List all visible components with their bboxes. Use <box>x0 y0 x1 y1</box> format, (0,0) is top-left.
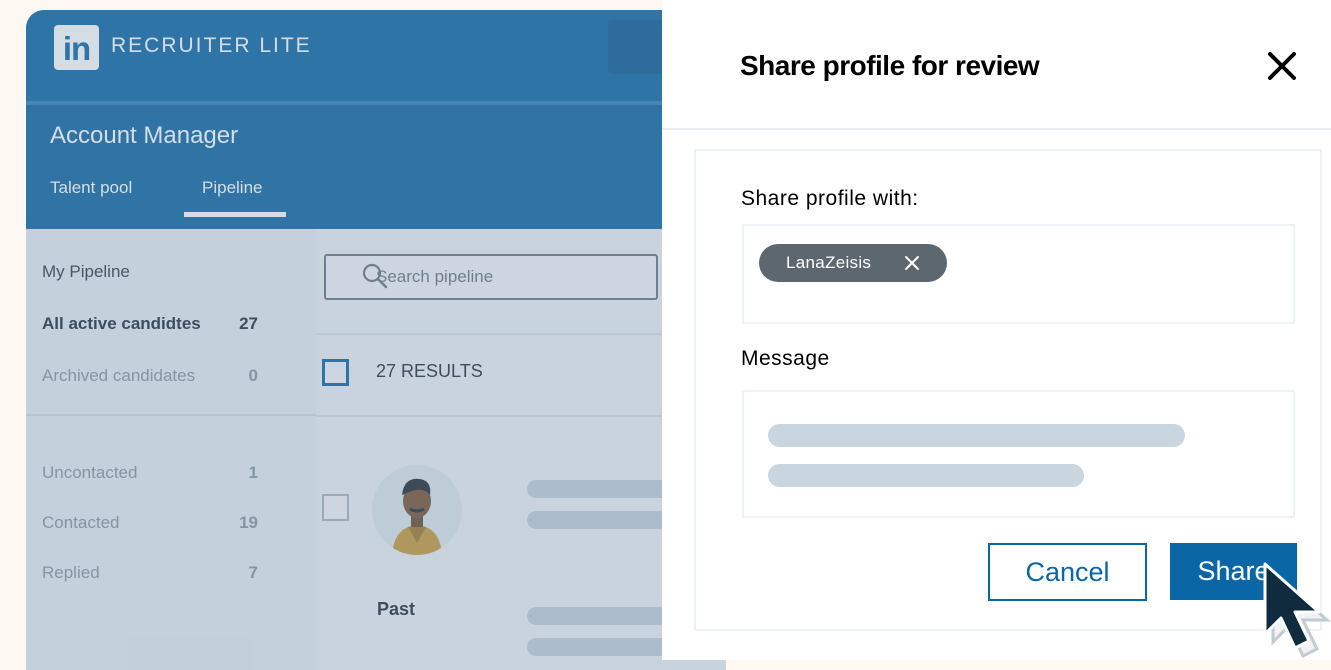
candidate-avatar[interactable] <box>372 465 462 555</box>
pipeline-sidebar <box>26 229 316 670</box>
sidebar-item-all-active[interactable]: All active candidtes <box>42 314 201 334</box>
past-section-label: Past <box>377 599 416 619</box>
results-count: 27 RESULTS <box>376 361 483 381</box>
brand-name: RECRUITER LITE <box>111 34 312 57</box>
account-title: Account Manager <box>50 122 239 149</box>
search-placeholder: Search pipeline <box>376 267 494 286</box>
person-avatar-icon <box>392 478 442 555</box>
message-textarea[interactable] <box>742 390 1295 518</box>
sidebar-count-contacted: 19 <box>239 513 258 532</box>
sidebar-count-all-active: 27 <box>239 314 258 333</box>
active-tab-indicator <box>184 212 286 217</box>
message-label: Message <box>741 347 830 370</box>
tab-talent-pool[interactable]: Talent pool <box>50 178 132 198</box>
sidebar-count-archived: 0 <box>248 366 258 385</box>
recruiter-app-window <box>26 10 726 670</box>
cancel-button[interactable]: Cancel <box>988 543 1147 601</box>
sidebar-item-contacted[interactable]: Contacted <box>42 513 120 533</box>
sidebar-item-uncontacted[interactable]: Uncontacted <box>42 463 137 483</box>
sidebar-count-uncontacted: 1 <box>248 463 258 482</box>
message-text-placeholder <box>768 464 1084 487</box>
x-icon[interactable] <box>903 254 921 272</box>
candidate-checkbox[interactable] <box>322 494 349 521</box>
recipient-chip[interactable]: LanaZeisis <box>759 244 947 282</box>
sidebar-item-replied[interactable]: Replied <box>42 563 100 583</box>
linkedin-logo[interactable]: in <box>54 25 99 70</box>
close-icon[interactable] <box>1262 46 1302 86</box>
recipient-chip-label: LanaZeisis <box>786 253 872 272</box>
tab-pipeline[interactable]: Pipeline <box>202 178 263 198</box>
sidebar-divider <box>26 414 316 416</box>
share-with-label: Share profile with: <box>741 187 919 210</box>
sidebar-item-archived[interactable]: Archived candidates <box>42 366 195 386</box>
mouse-pointer-icon <box>1263 562 1331 659</box>
modal-title: Share profile for review <box>740 50 1040 81</box>
sidebar-section-title: My Pipeline <box>42 262 130 281</box>
sidebar-count-replied: 7 <box>248 563 258 582</box>
message-text-placeholder <box>768 424 1185 447</box>
modal-header-divider <box>662 128 1331 130</box>
select-all-checkbox[interactable] <box>322 359 349 386</box>
